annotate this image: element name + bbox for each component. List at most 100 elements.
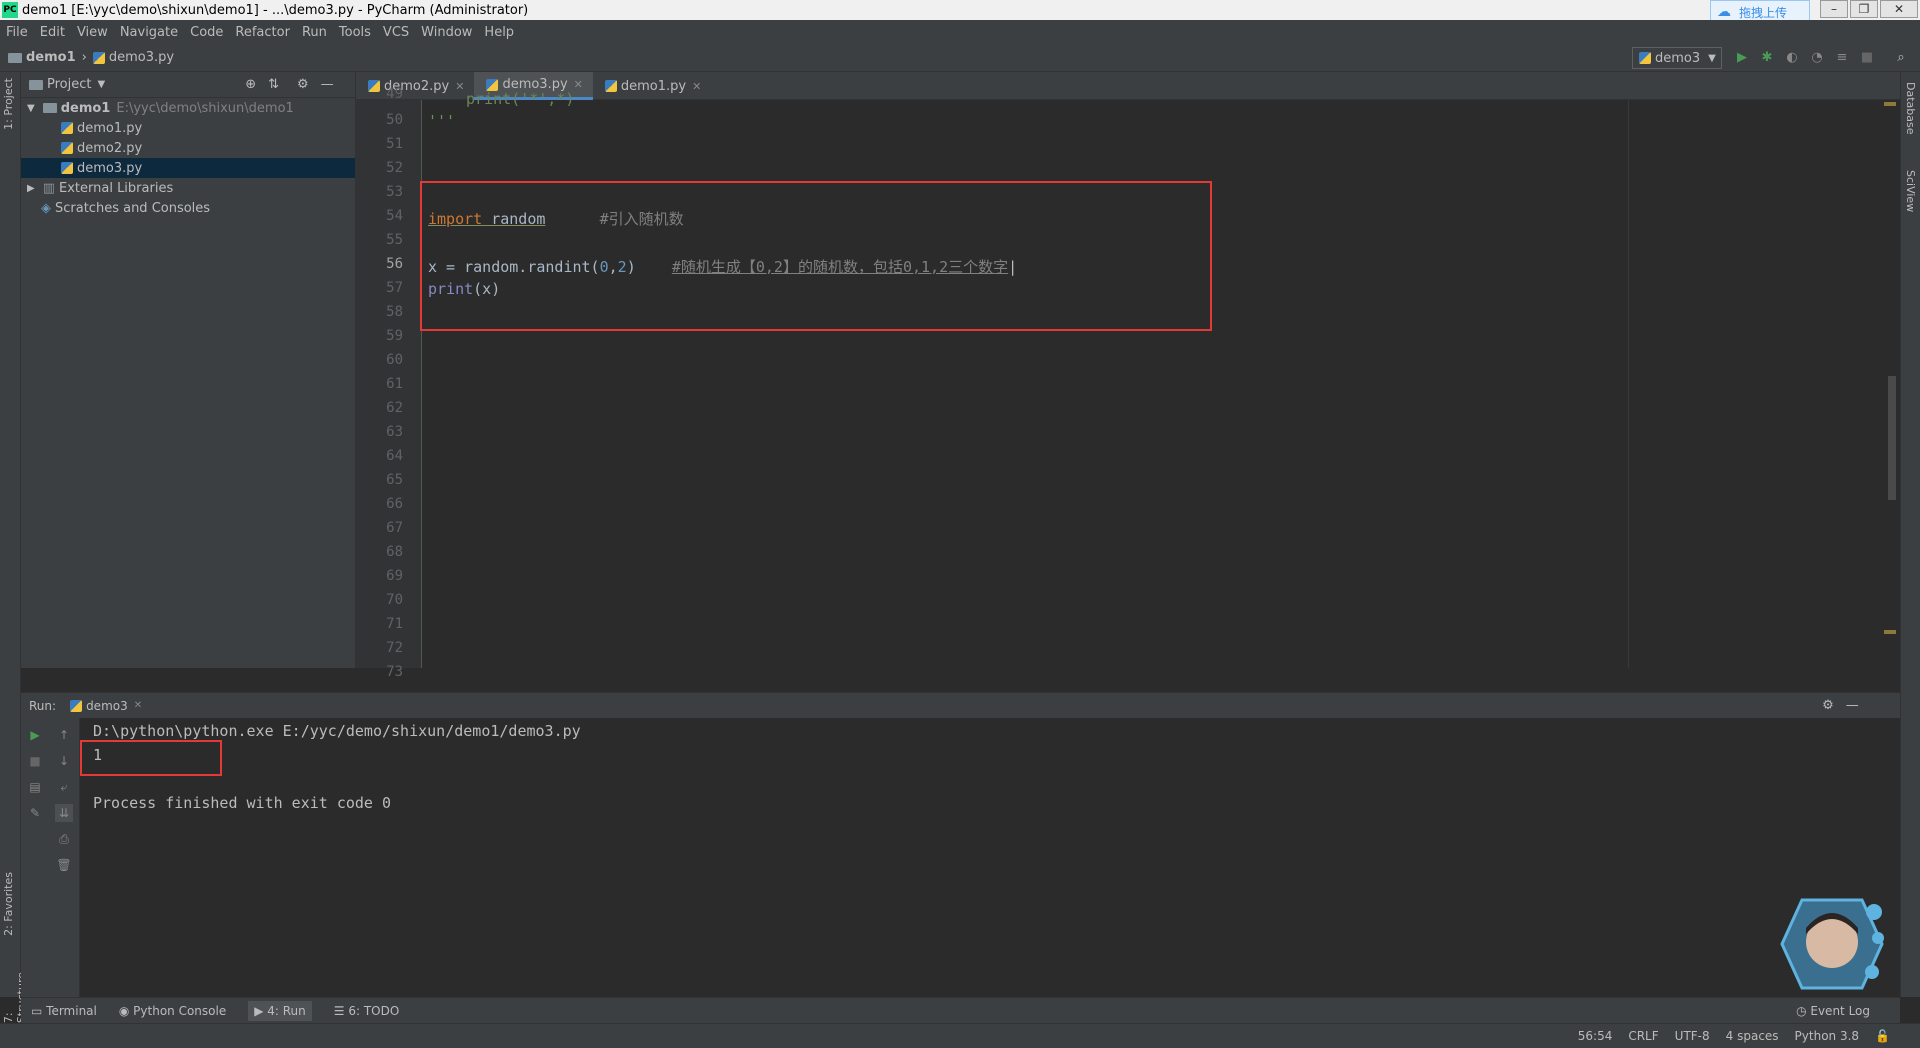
- print-icon[interactable]: ⎙: [55, 830, 73, 848]
- terminal-icon: ▭: [31, 1003, 47, 1018]
- window-title: demo1 [E:\yyc\demo\shixun\demo1] - ...\d…: [22, 2, 529, 18]
- tab-todo-label: 6: TODO: [348, 1003, 400, 1018]
- status-indent[interactable]: 4 spaces: [1726, 1029, 1779, 1043]
- chevron-down-icon[interactable]: ▼: [27, 103, 35, 114]
- line-number: 65: [386, 472, 403, 488]
- tree-scratches[interactable]: ◈ Scratches and Consoles: [21, 198, 355, 218]
- line-number: 71: [386, 616, 403, 632]
- hide-panel-icon[interactable]: —: [321, 77, 334, 92]
- tree-root-folder[interactable]: ▼ demo1 E:\yyc\demo\shixun\demo1: [21, 98, 355, 118]
- tab-demo2[interactable]: demo2.py ✕: [356, 72, 474, 100]
- close-icon[interactable]: ✕: [574, 78, 583, 91]
- menu-edit[interactable]: Edit: [40, 25, 65, 40]
- run-icon: ▶: [254, 1003, 268, 1018]
- highlight-box-output: [80, 740, 222, 776]
- coverage-icon[interactable]: ◐: [1783, 49, 1801, 67]
- close-window-button[interactable]: ✕: [1880, 0, 1918, 18]
- line-number: 63: [386, 424, 403, 440]
- tab-todo[interactable]: ☰ 6: TODO: [334, 1004, 400, 1018]
- stop-icon[interactable]: ■: [1858, 49, 1876, 67]
- tab-terminal[interactable]: ▭ Terminal: [31, 1004, 97, 1018]
- run-config-label: demo3: [1655, 50, 1701, 66]
- close-icon[interactable]: ✕: [134, 700, 142, 711]
- hide-panel-icon[interactable]: —: [1846, 698, 1859, 713]
- rerun-icon[interactable]: ▶: [26, 726, 44, 744]
- editor-scrollbar[interactable]: [1888, 376, 1896, 500]
- python-file-icon: [92, 51, 105, 64]
- right-margin-guide: [1628, 100, 1629, 668]
- avatar[interactable]: [1772, 898, 1884, 990]
- status-position[interactable]: 56:54: [1578, 1029, 1613, 1043]
- tab-sciview-tool[interactable]: SciView: [1904, 170, 1917, 212]
- stop-icon[interactable]: ■: [26, 752, 44, 770]
- run-tab-label[interactable]: demo3: [86, 699, 128, 713]
- close-icon[interactable]: ✕: [455, 80, 464, 93]
- menu-navigate[interactable]: Navigate: [120, 25, 178, 40]
- tab-python-console[interactable]: ◉ Python Console: [119, 1004, 226, 1018]
- arrow-up-icon[interactable]: ↑: [55, 726, 73, 744]
- status-bar: 56:54 CRLF UTF-8 4 spaces Python 3.8 🔓: [0, 1023, 1920, 1048]
- locate-icon[interactable]: ⊕: [245, 77, 256, 92]
- gear-icon[interactable]: ⚙: [297, 77, 309, 92]
- menu-file[interactable]: File: [6, 25, 28, 40]
- breadcrumb-project[interactable]: demo1: [26, 50, 76, 65]
- menu-window[interactable]: Window: [421, 25, 472, 40]
- status-encoding[interactable]: UTF-8: [1675, 1029, 1710, 1043]
- line-number: 56: [386, 256, 403, 272]
- menu-refactor[interactable]: Refactor: [235, 25, 290, 40]
- chevron-right-icon[interactable]: ▶: [27, 183, 35, 194]
- maximize-button[interactable]: ❐: [1850, 0, 1878, 18]
- line-number: 51: [386, 136, 403, 152]
- gear-icon[interactable]: ⚙: [1822, 698, 1834, 713]
- line-number: 49: [386, 86, 403, 102]
- profile-icon[interactable]: ◔: [1808, 49, 1826, 67]
- tab-project-tool[interactable]: 1: Project: [2, 78, 15, 130]
- tree-external-libraries[interactable]: ▶ ▥ External Libraries: [21, 178, 355, 198]
- run-icon[interactable]: ▶: [1733, 49, 1751, 67]
- breadcrumb-file[interactable]: demo3.py: [109, 50, 174, 65]
- tab-run[interactable]: ▶ 4: Run: [248, 1000, 312, 1021]
- event-log-button[interactable]: ◷ Event Log: [1796, 1004, 1870, 1018]
- tree-file-demo2[interactable]: demo2.py: [21, 138, 355, 158]
- layout-icon[interactable]: ▤: [26, 778, 44, 796]
- line-number: 73: [386, 664, 403, 680]
- editor-tabs: demo2.py ✕ demo3.py ✕ demo1.py ✕: [356, 72, 1900, 100]
- line-number: 70: [386, 592, 403, 608]
- project-panel-title[interactable]: Project: [47, 77, 91, 92]
- run-config-select[interactable]: demo3 ▼: [1632, 47, 1722, 69]
- minimize-button[interactable]: –: [1820, 0, 1848, 18]
- line-number: 58: [386, 304, 403, 320]
- tab-database-tool[interactable]: Database: [1904, 82, 1917, 135]
- pin-icon[interactable]: ✎: [26, 804, 44, 822]
- trash-icon[interactable]: 🗑: [55, 856, 73, 874]
- search-icon[interactable]: ⌕: [1892, 49, 1910, 67]
- tree-file-demo3[interactable]: demo3.py: [21, 158, 355, 178]
- menu-code[interactable]: Code: [190, 25, 223, 40]
- collapse-all-icon[interactable]: ⇅: [268, 77, 279, 92]
- tab-demo1[interactable]: demo1.py ✕: [593, 72, 711, 100]
- arrow-down-icon[interactable]: ↓: [55, 752, 73, 770]
- menu-tools[interactable]: Tools: [339, 25, 371, 40]
- chevron-down-icon[interactable]: ▼: [97, 79, 105, 90]
- status-line-separator[interactable]: CRLF: [1628, 1029, 1658, 1043]
- close-icon[interactable]: ✕: [692, 80, 701, 93]
- line-number: 67: [386, 520, 403, 536]
- lock-icon[interactable]: 🔓: [1875, 1029, 1890, 1043]
- build-icon[interactable]: ≡: [1833, 49, 1851, 67]
- menu-view[interactable]: View: [77, 25, 108, 40]
- line-number: 60: [386, 352, 403, 368]
- tab-favorites-tool[interactable]: 2: Favorites: [2, 872, 15, 936]
- run-console[interactable]: D:\python\python.exe E:/yyc/demo/shixun/…: [80, 718, 1900, 997]
- event-log-label: Event Log: [1810, 1003, 1870, 1018]
- chevron-right-icon: ›: [81, 50, 87, 65]
- menu-run[interactable]: Run: [302, 25, 327, 40]
- debug-icon[interactable]: ✱: [1758, 49, 1776, 67]
- soft-wrap-icon[interactable]: ⤶: [55, 778, 73, 796]
- menu-help[interactable]: Help: [484, 25, 514, 40]
- warning-marker: [1884, 102, 1896, 106]
- run-toolbar-primary: ▶ ■ ▤ ✎: [21, 718, 49, 997]
- status-interpreter[interactable]: Python 3.8: [1795, 1029, 1860, 1043]
- scroll-to-end-icon[interactable]: ⇊: [55, 804, 73, 822]
- tree-file-demo1[interactable]: demo1.py: [21, 118, 355, 138]
- menu-vcs[interactable]: VCS: [383, 25, 409, 40]
